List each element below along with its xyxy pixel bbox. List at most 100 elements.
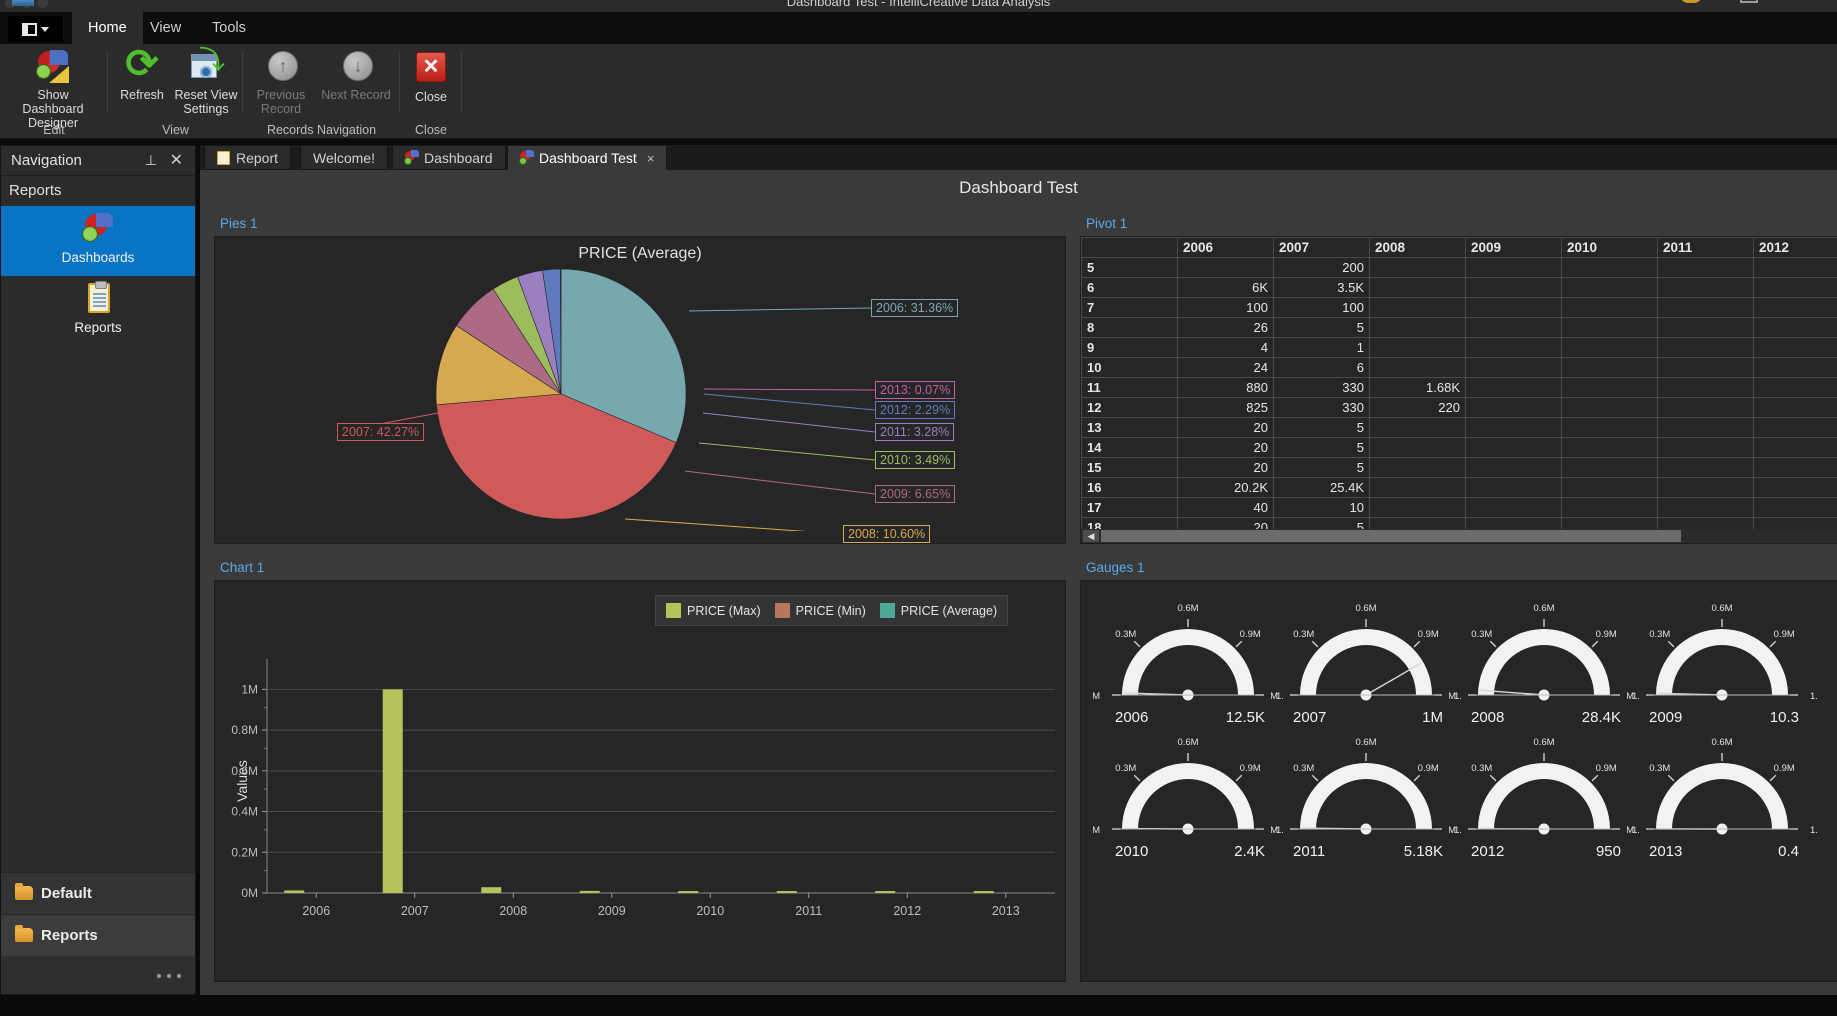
gauge-scale-label: 0.9M [1596, 629, 1617, 640]
pivot-cell: 20 [1177, 457, 1274, 478]
pivot-row-header: 11 [1081, 377, 1178, 398]
gauge-arc [1656, 763, 1788, 829]
scroll-left-arrow-icon[interactable]: ◀ [1083, 530, 1099, 542]
nav-bottom-item-reports[interactable]: Reports [1, 914, 195, 956]
table-row[interactable]: 11 880 330 1.68K [1081, 377, 1837, 398]
ribbon-tab-view[interactable]: View [134, 12, 197, 44]
pivot-cell: 3.5K [1273, 277, 1370, 298]
gauge[interactable]: 0M0.3M0.6M0.9M1.2M20102.4K [1087, 733, 1297, 893]
bar-chart-svg[interactable]: 0M 0.2M 0.4M 0.6M 0.8M 1M 2006 2007 2008 2009 2010… [215, 581, 1065, 981]
sidebar-item-reports[interactable]: Reports [1, 276, 195, 346]
scrollbar-thumb[interactable] [1101, 530, 1681, 542]
table-row[interactable]: 12 825 330 220 [1081, 397, 1837, 418]
application-menu-button[interactable] [8, 16, 63, 42]
close-icon[interactable]: ✕ [170, 150, 183, 170]
nav-bottom-item-default[interactable]: Default [1, 872, 195, 914]
pivot-cell: 20 [1177, 417, 1274, 438]
table-row[interactable]: 15 20 5 [1081, 457, 1837, 478]
refresh-button[interactable]: Refresh [108, 41, 176, 102]
ellipsis-icon[interactable] [1, 956, 195, 994]
table-row[interactable]: 6 6K 3.5K [1081, 277, 1837, 298]
pivot-cell: 330 [1273, 397, 1370, 418]
bar[interactable] [875, 891, 896, 893]
pivot-cell: 100 [1177, 297, 1274, 318]
sidebar-item-dashboards[interactable]: Dashboards [1, 206, 195, 276]
gauge-scale-label: 1.2M [1810, 691, 1817, 702]
pivot-cell [1369, 437, 1466, 458]
pivot-cell [1753, 477, 1837, 498]
bar[interactable] [579, 890, 600, 893]
panel-chart-caption: Chart 1 [220, 560, 265, 575]
gauge-scale-label: 0.9M [1418, 629, 1439, 640]
pie-chart[interactable]: 2006: 31.36% 2007: 42.27% 2008: 10.60% 2009… [215, 263, 1065, 543]
pivot-cell [1753, 437, 1837, 458]
bar[interactable] [776, 891, 797, 893]
gauge-scale-label: 0M [1449, 825, 1456, 836]
pivot-cell [1369, 257, 1466, 278]
pivot-cell [1369, 497, 1466, 518]
bar[interactable] [973, 891, 994, 893]
show-dashboard-designer-button[interactable]: Show Dashboard Designer [14, 50, 92, 130]
pivot-column-header[interactable]: 2008 [1369, 237, 1466, 258]
gauge-value: 12.5K [1225, 709, 1265, 726]
pivot-cell [1465, 497, 1562, 518]
table-row[interactable]: 18 20 5 [1081, 517, 1837, 529]
table-row[interactable]: 16 20.2K 25.4K [1081, 477, 1837, 498]
gauge[interactable]: 0M0.3M0.6M0.9M1.2M20115.18K [1265, 733, 1475, 893]
gauge-scale-label: 0.9M [1774, 629, 1795, 640]
table-row[interactable]: 14 20 5 [1081, 437, 1837, 458]
gauge[interactable]: 0M 0.3M 0.6M 0.9M 1.2M 2013 0.4 [1621, 733, 1831, 893]
pin-icon[interactable]: ⊥ [145, 152, 157, 169]
gauge-scale-label: 0.3M [1649, 763, 1670, 774]
bar[interactable] [481, 887, 502, 893]
navigation-group-label: Reports [9, 182, 62, 199]
table-row[interactable]: 8 26 5 [1081, 317, 1837, 338]
maximize-button[interactable] [1740, 0, 1758, 3]
pivot-column-header[interactable] [1081, 237, 1178, 258]
pivot-row-header: 7 [1081, 297, 1178, 318]
pivot-row-header: 6 [1081, 277, 1178, 298]
pivot-column-header[interactable]: 2007 [1273, 237, 1370, 258]
pivot-cell [1177, 257, 1274, 278]
bar[interactable] [382, 689, 403, 893]
pivot-cell [1465, 337, 1562, 358]
table-row[interactable]: 7 100 100 [1081, 297, 1837, 318]
tab-report[interactable]: Report [204, 145, 292, 170]
pivot-horizontal-scrollbar[interactable]: ◀ [1081, 529, 1837, 543]
tab-dashboard[interactable]: Dashboard [392, 145, 506, 170]
pivot-column-header[interactable]: 2006 [1177, 237, 1274, 258]
pivot-column-header[interactable]: 2011 [1657, 237, 1754, 258]
next-record-button[interactable]: ↓ Next Record [315, 50, 397, 102]
pivot-cell [1465, 397, 1562, 418]
tab-dashboard-test[interactable]: Dashboard Test × [507, 145, 668, 170]
gauge[interactable]: 0M0.3M0.6M0.9M1.2M2012950 [1443, 733, 1653, 893]
ribbon-tab-home[interactable]: Home [72, 12, 143, 44]
table-row[interactable]: 17 40 10 [1081, 497, 1837, 518]
pivot-cell [1657, 517, 1754, 529]
tab-welcome[interactable]: Welcome! [300, 145, 388, 170]
pivot-cell: 825 [1177, 397, 1274, 418]
table-row[interactable]: 13 20 5 [1081, 417, 1837, 438]
bar[interactable] [284, 890, 305, 893]
reset-view-settings-button[interactable]: ⤵ Reset View Settings [170, 47, 242, 116]
ribbon: Show Dashboard Designer Edit Refresh ⤵ R… [0, 41, 1837, 139]
table-row[interactable]: 941 [1081, 337, 1837, 358]
pivot-column-header[interactable]: 2010 [1561, 237, 1658, 258]
tab-close-icon[interactable]: × [647, 151, 655, 166]
previous-record-button[interactable]: ↑ Previous Record [243, 50, 319, 116]
close-button[interactable]: ✕ Close [392, 50, 470, 104]
pivot-column-header[interactable]: 2012 [1753, 237, 1837, 258]
pivot-row-header: 14 [1081, 437, 1178, 458]
bar[interactable] [678, 891, 699, 893]
dashboard-surface: Dashboard Test Pies 1 PRICE (Average) 20… [200, 170, 1837, 995]
table-row[interactable]: 5 200 [1081, 257, 1837, 278]
pivot-column-header[interactable]: 2009 [1465, 237, 1562, 258]
pivot-cell [1465, 477, 1562, 498]
ribbon-tab-tools[interactable]: Tools [196, 12, 262, 44]
pie-slice-label: 2006: 31.36% [871, 299, 959, 317]
table-row[interactable]: 10 24 6 [1081, 357, 1837, 378]
gauge-scale-label: 0.6M [1533, 603, 1554, 614]
pivot-table[interactable]: 2006 2007 2008 2009 2010 2011 2012 5 200 6 6K 3.5K 7… [1081, 237, 1837, 529]
pivot-cell [1465, 277, 1562, 298]
pivot-cell: 5 [1273, 457, 1370, 478]
